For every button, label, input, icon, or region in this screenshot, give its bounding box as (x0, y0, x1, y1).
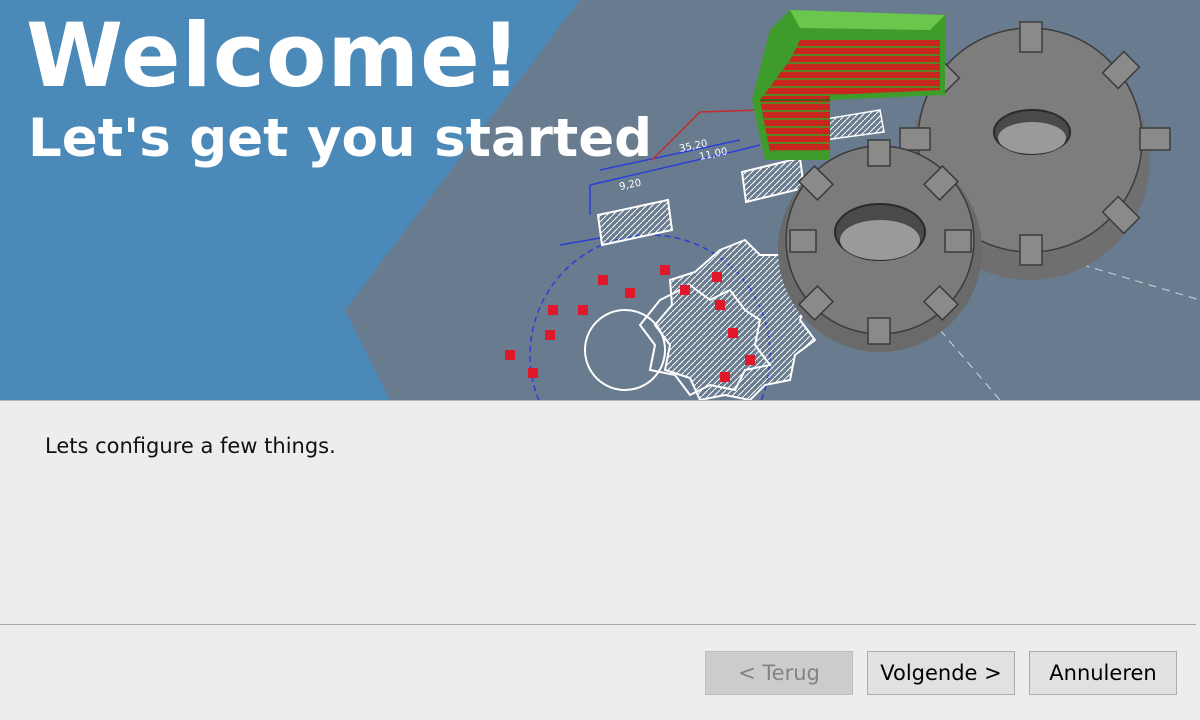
banner-divider (0, 400, 1200, 401)
footer-separator (0, 624, 1196, 625)
welcome-title: Welcome! (26, 4, 522, 107)
cancel-button[interactable]: Annuleren (1029, 651, 1177, 695)
welcome-subtitle: Let's get you started (28, 108, 653, 169)
intro-message: Lets configure a few things. (45, 434, 336, 458)
back-button[interactable]: < Terug (705, 651, 853, 695)
welcome-banner: 35,20 11,00 9,20 Welcome! Let's get you … (0, 0, 1200, 400)
svg-text:9,20: 9,20 (618, 178, 642, 193)
next-button[interactable]: Volgende > (867, 651, 1015, 695)
